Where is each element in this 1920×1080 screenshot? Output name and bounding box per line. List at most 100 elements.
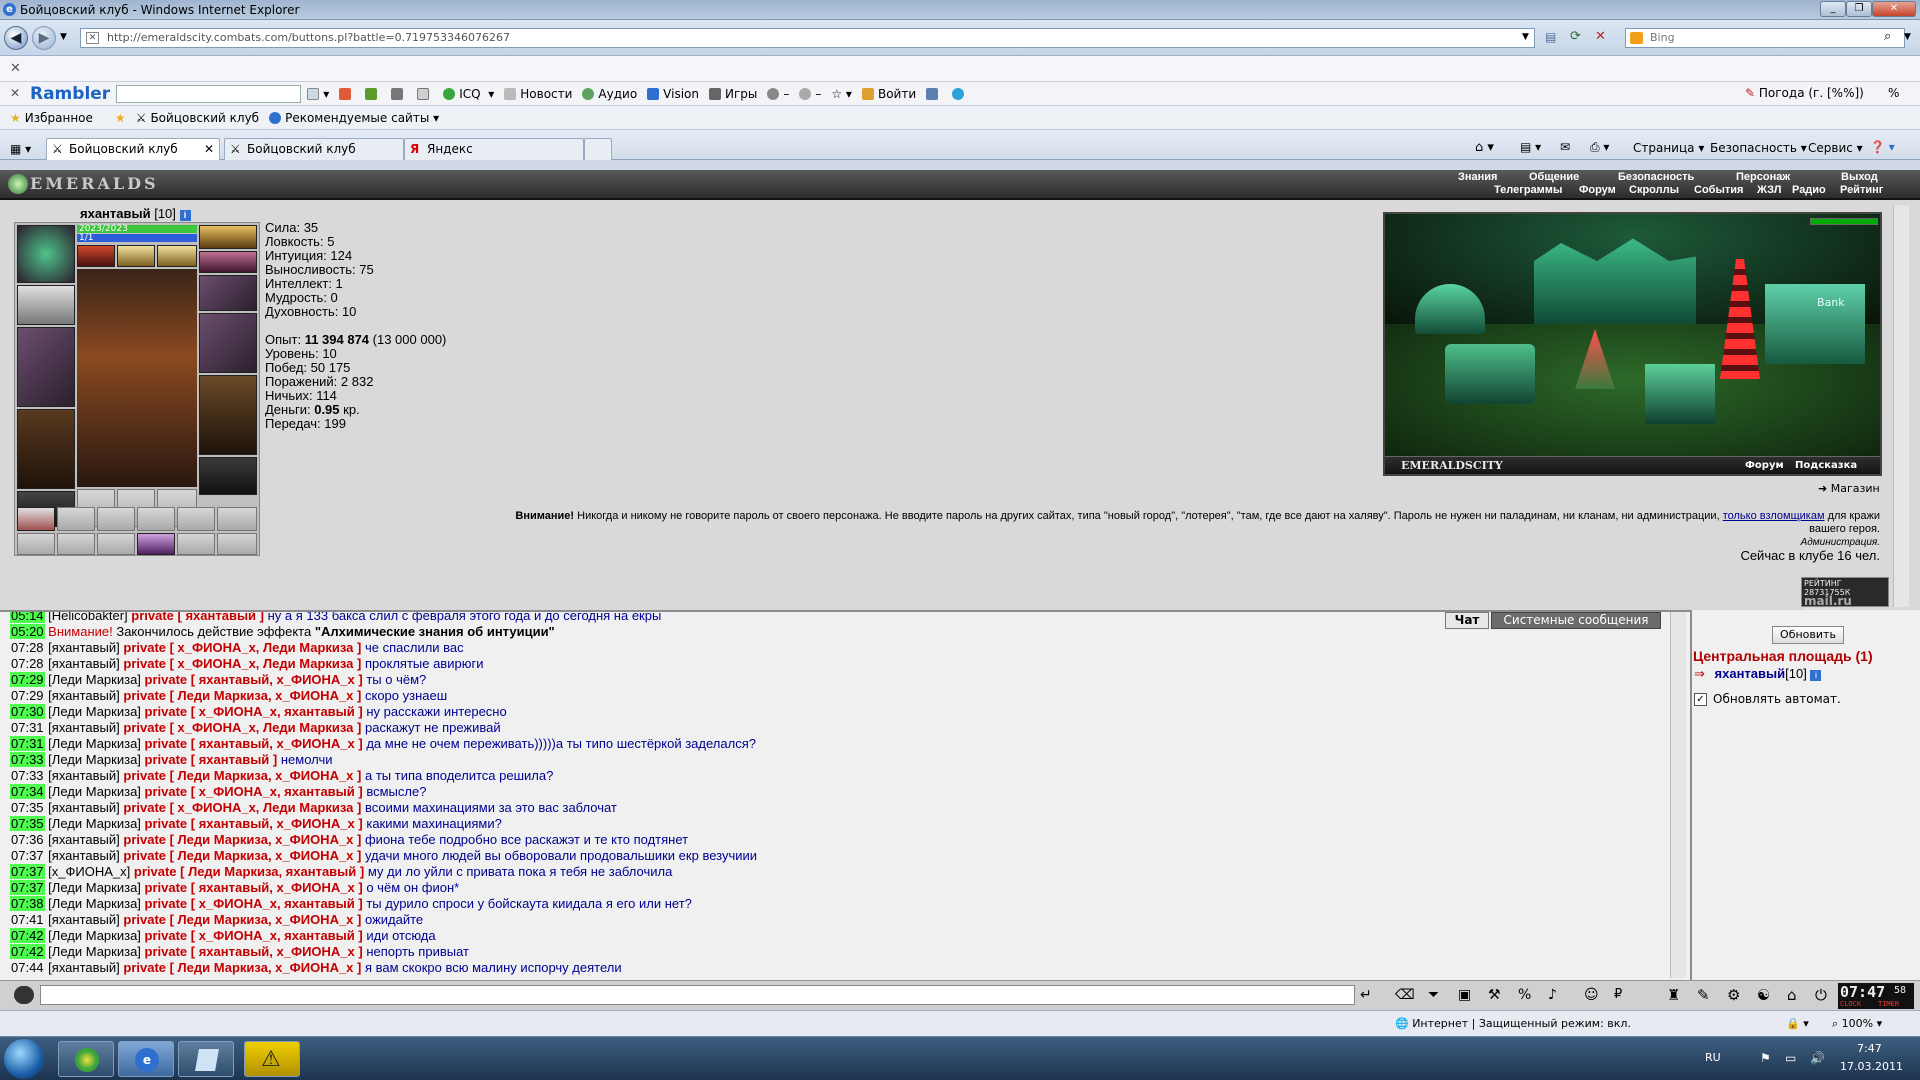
chat-nick[interactable]: [яхантавый] [48,832,120,847]
help-menu-icon[interactable]: ❓ ▾ [1870,140,1895,154]
chat-private-recipients[interactable]: private [ Леди Маркиза, x_ФИОНА_x ] [123,832,361,847]
translit-icon[interactable]: ₽ [1614,987,1622,1002]
protected-mode-icon[interactable]: 🔒 ▾ [1786,1017,1809,1030]
chat-time[interactable]: 07:34 [10,784,45,799]
legs-slot[interactable] [199,375,257,455]
menu-security[interactable]: Безопасность [1618,171,1694,183]
internet-zone[interactable]: 🌐 Интернет | Защищенный режим: вкл. [1395,1017,1631,1030]
chat-time[interactable]: 07:37 [10,848,45,863]
friends-icon[interactable]: ☯ [1757,986,1770,1004]
chat-time[interactable]: 07:37 [10,880,45,895]
feeds-icon[interactable]: ▤ ▾ [1520,140,1541,154]
chat-nick[interactable]: [Леди Маркиза] [48,944,141,959]
compat-view-icon[interactable]: ▤ [1545,30,1556,44]
rambler-tool-icon[interactable] [391,87,407,100]
chat-nick[interactable]: [яхантавый] [48,640,120,655]
input-language[interactable]: RU [1705,1051,1721,1064]
small-houses[interactable] [1445,344,1535,404]
bag-slot-5[interactable] [177,507,215,531]
online-user[interactable]: ⇒ яхантавый[10] i [1694,666,1822,682]
chat-private-recipients[interactable]: private [ яхантавый ] [131,612,264,623]
chat-time[interactable]: 07:35 [10,800,45,815]
menu-knowledge[interactable]: Знания [1458,171,1497,183]
chat-private-recipients[interactable]: private [ Леди Маркиза, x_ФИОНА_x ] [123,912,361,927]
weather-button[interactable]: ✎ Погода (г. [%%]) [1745,86,1864,100]
home-icon[interactable]: ⌂ ▾ [1475,140,1494,155]
chat-message-input[interactable] [40,985,1355,1005]
chat-nick[interactable]: [Леди Маркиза] [48,896,141,911]
zoom-control[interactable]: ⌕ 100% ▾ [1832,1017,1882,1031]
boots-slot[interactable] [199,457,257,495]
chat-nick[interactable]: [яхантавый] [48,720,120,735]
amulet-slot[interactable] [199,225,257,249]
chat-time[interactable]: 05:14 [10,612,45,623]
chat-nick[interactable]: [яхантавый] [48,960,120,975]
inventory-icon[interactable]: ♜ [1667,986,1680,1004]
earring-slot[interactable] [199,251,257,273]
character-avatar[interactable] [77,269,197,487]
auto-refresh-option[interactable]: ✓ Обновлять автомат. [1694,692,1841,706]
sub-rating[interactable]: Рейтинг [1840,184,1883,196]
chat-time[interactable]: 07:42 [10,928,45,943]
close-tab-icon[interactable]: ✕ [204,139,214,159]
ring-slot-3[interactable] [157,245,197,267]
chat-time[interactable]: 07:28 [10,640,45,655]
chat-private-recipients[interactable]: private [ яхантавый, x_ФИОНА_x ] [145,944,363,959]
close-window-button[interactable]: ✕ [1872,1,1916,17]
chat-nick[interactable]: [Helicobakter] [48,612,127,623]
mail-icon[interactable] [417,87,433,100]
chat-time[interactable]: 07:35 [10,816,45,831]
bracer-slot[interactable] [17,285,75,325]
info-icon[interactable]: i [179,210,191,221]
taskbar-clock-date[interactable]: 17.03.2011 [1840,1060,1903,1073]
sub-zhzl[interactable]: ЖЗЛ [1757,184,1781,196]
chat-nick[interactable]: [Леди Маркиза] [48,880,141,895]
star-icon[interactable]: ☆ ▾ [831,87,852,101]
map-icon[interactable]: ⚙ [1727,986,1740,1004]
refresh-button[interactable]: Обновить [1772,626,1844,644]
chat-time[interactable]: 07:33 [10,768,45,783]
chat-nick[interactable]: [Леди Маркиза] [48,928,141,943]
chat-time[interactable]: 07:33 [10,752,45,767]
chat-private-recipients[interactable]: private [ x_ФИОНА_x, Леди Маркиза ] [123,640,361,655]
chat-time[interactable]: 07:42 [10,944,45,959]
chat-nick[interactable]: [Леди Маркиза] [48,672,141,687]
taskbar-clock-time[interactable]: 7:47 [1857,1042,1882,1055]
chat-nick[interactable]: [яхантавый] [48,656,120,671]
tools-menu[interactable]: Сервис ▾ [1808,141,1863,155]
sub-telegrams[interactable]: Телеграммы [1494,184,1562,196]
ring-slot-1[interactable] [77,245,115,267]
bag-item-10[interactable] [137,533,175,555]
warning-link[interactable]: только взломщикам [1723,510,1825,522]
chat-time[interactable]: 07:29 [10,688,45,703]
login-button[interactable]: Войти [861,87,916,101]
bag-slot-8[interactable] [57,533,95,555]
bag-slot-11[interactable] [177,533,215,555]
chat-private-recipients[interactable]: private [ x_ФИОНА_x, Леди Маркиза ] [123,656,361,671]
highlight-icon[interactable] [339,87,355,100]
chat-scrollbar[interactable] [1670,612,1686,978]
ring-slot-2[interactable] [117,245,155,267]
taskbar-warning-app[interactable]: ⚠ [244,1041,300,1077]
smile-icon[interactable]: ☺ [1584,987,1599,1003]
chat-nick[interactable]: [x_ФИОНА_x] [48,864,130,879]
history-dropdown-icon[interactable]: ▼ [60,32,67,42]
tray-network-icon[interactable]: ▭ [1785,1051,1796,1065]
private-arrow-icon[interactable]: ⇒ [1694,666,1705,681]
chat-time[interactable]: 05:20 [10,624,45,639]
send-icon[interactable]: ↵ [1360,987,1372,1003]
chat-time[interactable]: 07:41 [10,912,45,927]
icq-button[interactable]: ICQ ▾ [443,87,494,101]
exit-game-icon[interactable]: ⏻ [1815,986,1827,1004]
home-game-icon[interactable]: ⌂ [1787,986,1797,1004]
chat-private-recipients[interactable]: private [ яхантавый, x_ФИОНА_x ] [145,816,363,831]
vision-button[interactable]: Vision [647,87,699,101]
chat-private-recipients[interactable]: private [ яхантавый, x_ФИОНА_x ] [145,736,363,751]
add-favorite-icon[interactable]: ★ [115,111,126,125]
chat-nick[interactable]: [яхантавый] [48,912,120,927]
news-button[interactable]: Новости [504,87,572,101]
helmet-slot[interactable] [17,225,75,283]
tab-combats-2[interactable]: ⚔ Бойцовский клуб [224,138,404,160]
chat-private-recipients[interactable]: private [ x_ФИОНА_x, яхантавый ] [145,928,363,943]
games-button[interactable]: Игры [708,87,757,101]
